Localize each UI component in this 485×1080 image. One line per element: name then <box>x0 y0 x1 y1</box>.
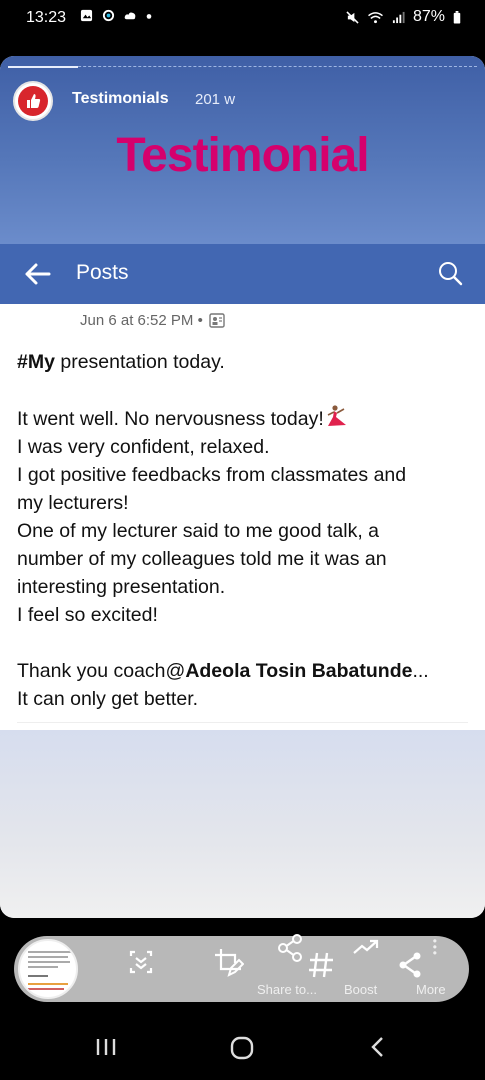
post-line: I feel so excited! <box>17 604 158 626</box>
notification-icons <box>80 9 152 22</box>
post-line: One of my lecturer said to me good talk,… <box>17 520 380 542</box>
thanks-text: Thank you coach@ <box>17 660 186 682</box>
page-banner: Testimonials 201 w Testimonial <box>0 56 485 244</box>
hashtag-icon <box>309 952 333 978</box>
mute-icon <box>346 10 359 24</box>
dot-icon <box>146 14 152 19</box>
gallery-icon <box>80 9 93 22</box>
signal-icon <box>392 11 405 23</box>
page-avatar[interactable] <box>13 81 53 121</box>
system-icons: 87% <box>346 8 461 26</box>
thumbs-up-logo-icon <box>18 86 48 116</box>
post-line: number of my colleagues told me it was a… <box>17 548 387 570</box>
scroll-capture-button[interactable] <box>119 946 163 994</box>
banner-dash-start <box>8 66 78 68</box>
screenshot-preview: Testimonials 201 w Testimonial Posts Jun… <box>0 56 485 918</box>
story-age: 201 w <box>195 91 236 108</box>
screenshot-toolbar: Share to... Boost • • • More <box>14 934 469 1002</box>
hashtag-button[interactable] <box>299 950 343 998</box>
post-line: It can only get better. <box>17 688 199 710</box>
posts-title: Posts <box>76 261 129 284</box>
post-line-hashtag: #My presentation today. <box>17 348 477 376</box>
battery-icon <box>453 10 461 24</box>
banner-title: Testimonial <box>116 129 369 182</box>
post-text: #My presentation today. It went well. No… <box>17 348 477 713</box>
trending-up-icon <box>353 939 379 954</box>
post-meta: Jun 6 at 6:52 PM • <box>80 312 225 329</box>
status-time: 13:23 <box>26 9 67 26</box>
recent-apps-icon[interactable] <box>94 1035 118 1059</box>
hashtag[interactable]: My <box>28 351 55 373</box>
see-more-ellipsis[interactable]: ... <box>412 660 428 682</box>
post-timestamp[interactable]: Jun 6 at 6:52 PM • <box>80 312 203 329</box>
post-divider <box>17 722 468 723</box>
post-line: It went well. No nervousness today! <box>17 404 477 433</box>
page-name[interactable]: Testimonials <box>72 90 169 108</box>
hashtag-prefix[interactable]: # <box>17 351 28 373</box>
more-dots-icon[interactable]: • • • <box>433 935 437 959</box>
post-line: I got positive feedbacks from classmates… <box>17 464 407 486</box>
boost-button[interactable] <box>344 936 388 984</box>
crop-edit-icon <box>215 949 244 977</box>
post-line: interesting presentation. <box>17 576 226 598</box>
boost-label[interactable]: Boost <box>344 982 377 997</box>
status-bar: 13:23 87% <box>0 0 485 36</box>
mentioned-user[interactable]: Adeola Tosin Babatunde <box>185 660 412 682</box>
first-line-text: presentation today. <box>54 351 225 373</box>
cloud-icon <box>124 12 136 20</box>
scroll-capture-icon <box>129 950 153 974</box>
screenshot-thumbnail[interactable] <box>18 939 78 999</box>
system-navigation-bar <box>0 1015 485 1080</box>
battery-percent: 87% <box>412 8 445 25</box>
more-label[interactable]: More <box>416 982 446 997</box>
search-icon[interactable] <box>437 260 463 286</box>
sync-icon <box>102 9 115 22</box>
home-icon[interactable] <box>229 1035 255 1061</box>
background-area <box>0 730 485 918</box>
post-line: my lecturers! <box>17 492 129 514</box>
back-icon[interactable] <box>368 1035 388 1059</box>
post-line-text: It went well. No nervousness today! <box>17 408 324 430</box>
post-line: I was very confident, relaxed. <box>17 436 270 458</box>
back-arrow-icon[interactable] <box>24 261 52 287</box>
wifi-icon <box>368 11 383 23</box>
share-icon <box>399 952 421 978</box>
post-body: Jun 6 at 6:52 PM • #My presentation toda… <box>0 304 485 730</box>
banner-dashes <box>8 66 477 67</box>
edit-button[interactable] <box>206 946 250 994</box>
audience-icon <box>209 313 225 328</box>
dancer-emoji-icon <box>327 405 346 426</box>
post-line-thanks: Thank you coach@Adeola Tosin Babatunde..… <box>17 657 477 685</box>
posts-header: Posts <box>0 244 485 304</box>
